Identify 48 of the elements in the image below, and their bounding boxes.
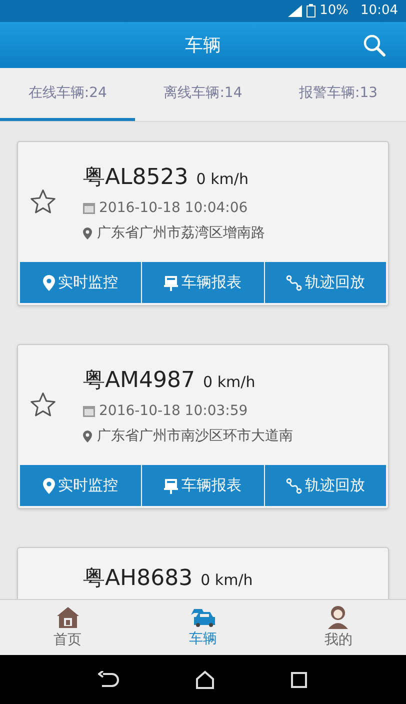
speed: 0 km/h	[200, 570, 253, 591]
tab[interactable]: 在线车辆:24	[0, 68, 136, 121]
location-pin-icon	[43, 478, 56, 494]
vehicle-card[interactable]: 粤AM4987 0 km/h 2016-10-18 10:03:59 广东省广州市南沙区环市大道南 实时监控 车辆报表 轨迹回放	[17, 344, 389, 509]
location-pin-icon	[43, 274, 56, 290]
vehicle-card[interactable]: 粤AH8683 0 km/h	[17, 547, 389, 599]
recent-apps-icon[interactable]	[290, 670, 308, 688]
star-icon[interactable]	[29, 188, 57, 216]
speed: 0 km/h	[203, 372, 256, 392]
tab[interactable]: 离线车辆:14	[135, 68, 271, 121]
vehicle-report-icon	[164, 478, 178, 494]
house-icon	[56, 604, 80, 628]
vehicle-report-icon	[164, 274, 178, 290]
nav-tab[interactable]: 车辆	[135, 600, 271, 655]
action-button[interactable]: 轨迹回放	[264, 465, 386, 506]
battery-icon	[306, 4, 316, 18]
nav-tab[interactable]: 首页	[0, 600, 136, 655]
signal-icon	[288, 5, 302, 17]
vehicle-card[interactable]: 粤AL8523 0 km/h 2016-10-18 10:04:06 广东省广州市荔湾区增南路 实时监控 车辆报表 轨迹回放	[17, 141, 389, 306]
address: 广东省广州市荔湾区增南路	[97, 224, 265, 242]
plate-number: 粤AL8523	[83, 164, 188, 192]
calendar-icon	[83, 202, 95, 214]
plate-number: 粤AM4987	[83, 366, 196, 394]
star-icon[interactable]	[29, 391, 57, 419]
action-button[interactable]: 轨迹回放	[264, 262, 386, 303]
route-icon	[286, 478, 302, 494]
action-button[interactable]: 车辆报表	[142, 262, 264, 303]
timestamp: 2016-10-18 10:03:59	[99, 402, 248, 420]
action-button[interactable]: 车辆报表	[142, 465, 264, 506]
nav-tab[interactable]: 我的	[270, 600, 406, 655]
header-title: 车辆	[185, 34, 221, 58]
clock-time: 10:04	[360, 2, 398, 20]
back-icon[interactable]	[98, 670, 120, 688]
action-button[interactable]: 实时监控	[20, 465, 142, 506]
location-pin-icon	[83, 430, 92, 442]
speed: 0 km/h	[196, 168, 248, 190]
person-icon	[327, 604, 350, 628]
address: 广东省广州市南沙区环市大道南	[97, 426, 293, 446]
route-icon	[286, 274, 302, 290]
action-button[interactable]: 实时监控	[20, 262, 142, 303]
calendar-icon	[83, 405, 95, 417]
battery-percent: 10%	[320, 2, 349, 20]
timestamp: 2016-10-18 10:04:06	[99, 198, 248, 218]
search-icon[interactable]	[362, 33, 386, 57]
location-pin-icon	[83, 226, 92, 240]
home-icon[interactable]	[194, 670, 215, 690]
tab[interactable]: 报警车辆:13	[270, 68, 406, 121]
plate-number: 粤AH8683	[83, 565, 193, 593]
